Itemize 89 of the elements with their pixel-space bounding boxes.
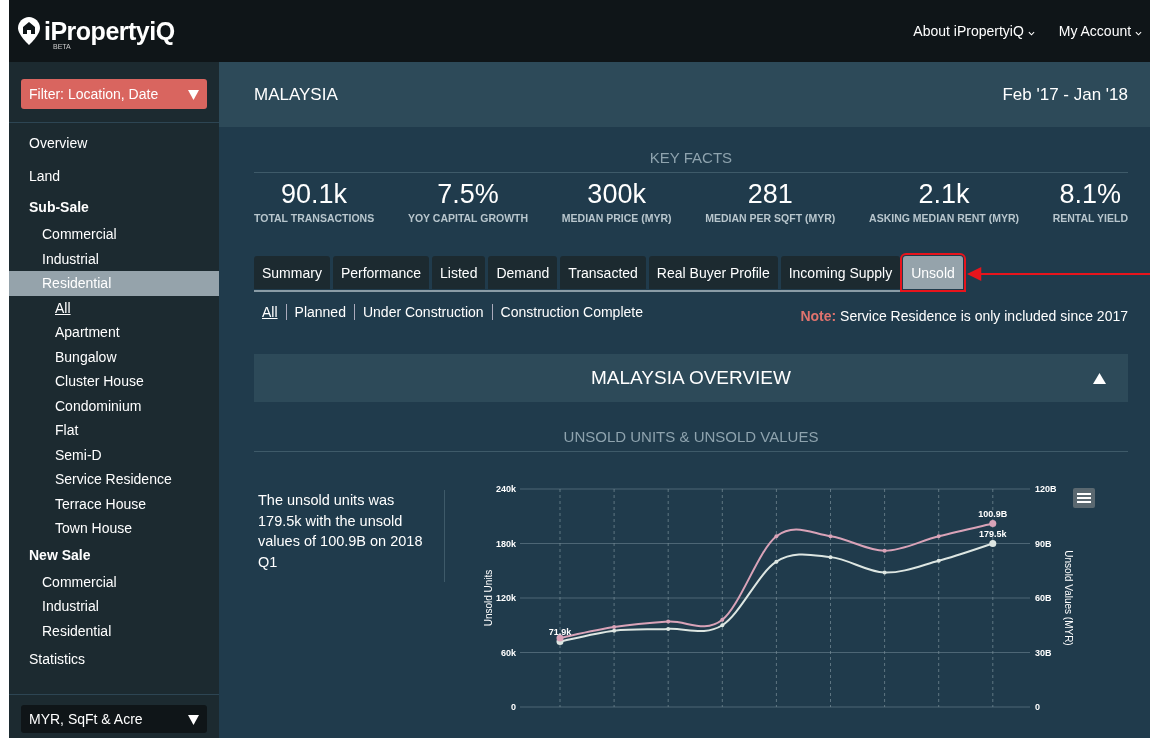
data-point: [989, 540, 997, 547]
sub-tab-link[interactable]: Construction Complete: [492, 304, 651, 320]
axis-tick-label: 240k: [495, 484, 516, 494]
fact-label: MEDIAN PRICE (MYR): [561, 212, 672, 224]
data-label: 100.9B: [978, 508, 1008, 519]
fact-value: 2.1k: [918, 179, 970, 210]
sub-tab-link[interactable]: Under Construction: [354, 304, 492, 320]
sidebar-item[interactable]: Residential: [9, 618, 219, 643]
sidebar-item[interactable]: Semi-D: [9, 442, 219, 467]
data-point: [774, 559, 779, 564]
sub-tab-link[interactable]: All: [254, 304, 286, 320]
sidebar-item[interactable]: Town House: [9, 516, 219, 541]
sidebar-item[interactable]: Industrial: [9, 594, 219, 619]
fact-label: TOTAL TRANSACTIONS: [254, 212, 375, 224]
fact-label: ASKING MEDIAN RENT (MYR): [869, 212, 1019, 224]
data-point: [936, 534, 941, 539]
fact-value: 7.5%: [437, 179, 499, 210]
fact-value: 90.1k: [281, 179, 348, 210]
sidebar-item[interactable]: Land: [9, 160, 219, 193]
axis-tick-label: 60k: [500, 647, 516, 658]
tab[interactable]: Incoming Supply: [780, 256, 901, 289]
sidebar-item[interactable]: Terrace House: [9, 491, 219, 516]
fact-label: MEDIAN PER SQFT (MYR): [705, 212, 836, 224]
data-point: [774, 534, 779, 539]
sidebar-item[interactable]: Condominium: [9, 393, 219, 418]
sidebar-item[interactable]: Overview: [9, 127, 219, 160]
tab[interactable]: Summary: [254, 256, 330, 289]
axis-tick-label: 120k: [495, 593, 516, 603]
chevron-down-icon: [1135, 31, 1142, 36]
tab[interactable]: Transacted: [560, 256, 646, 289]
data-point: [666, 626, 671, 631]
axis-title: Unsold Values (MYR): [1063, 550, 1074, 646]
data-label: 71.9k: [548, 626, 572, 637]
tab[interactable]: Performance: [332, 256, 430, 289]
caret-down-icon: [188, 713, 199, 725]
filter-dropdown[interactable]: Filter: Location, Date: [21, 79, 207, 109]
sidebar-item[interactable]: Cluster House: [9, 369, 219, 394]
data-point: [666, 619, 671, 624]
axis-tick-label: 0: [1035, 702, 1040, 712]
data-point: [989, 520, 997, 527]
chart-title: UNSOLD UNITS & UNSOLD VALUES: [254, 402, 1128, 452]
fact-value: 8.1%: [1059, 179, 1122, 210]
fact-label: RENTAL YIELD: [1052, 212, 1128, 224]
section-title: MALAYSIA OVERVIEW: [591, 367, 791, 389]
data-label: 179.5k: [979, 528, 1007, 539]
nav-menu-link[interactable]: About iPropertyiQ: [905, 23, 1043, 39]
data-point: [882, 548, 887, 553]
sidebar-item[interactable]: Flat: [9, 418, 219, 443]
tab[interactable]: Listed: [432, 256, 486, 289]
sidebar-heading: Sub-Sale: [28, 198, 90, 217]
menu-icon[interactable]: [1073, 488, 1095, 508]
date-range: Feb '17 - Jan '18: [1002, 84, 1128, 105]
note-text: Note: Service Residence is only included since 2017: [800, 308, 1128, 324]
home-pin-icon: [17, 16, 41, 46]
fact-value: 281: [747, 179, 793, 210]
location-title: MALAYSIA: [254, 84, 338, 105]
nav-menu-link[interactable]: My Account: [1050, 23, 1150, 39]
data-point: [828, 534, 833, 539]
axis-tick-label: 30B: [1035, 647, 1052, 658]
fact-value: 300k: [587, 179, 646, 210]
sidebar-item[interactable]: Commercial: [9, 222, 219, 247]
sub-tab-link[interactable]: Planned: [286, 304, 354, 320]
chevron-down-icon: [1027, 31, 1035, 36]
tab[interactable]: Demand: [488, 256, 558, 289]
sidebar-item[interactable]: Service Residence: [9, 467, 219, 492]
fact-label: YOY CAPITAL GROWTH: [407, 212, 529, 224]
axis-tick-label: 180k: [495, 538, 516, 549]
sidebar-item[interactable]: All: [9, 295, 219, 320]
units-dropdown[interactable]: MYR, SqFt & Acre: [21, 705, 207, 733]
tab[interactable]: Real Buyer Profile: [648, 256, 778, 289]
caret-up-icon: [1093, 372, 1106, 384]
sidebar-item[interactable]: Statistics: [9, 643, 219, 676]
sidebar-item[interactable]: Apartment: [9, 320, 219, 345]
data-point: [828, 555, 833, 560]
axis-title: Unsold Units: [483, 569, 494, 627]
sidebar-item[interactable]: Industrial: [9, 246, 219, 271]
section-title: KEY FACTS: [254, 127, 1128, 173]
axis-tick-label: 60B: [1035, 593, 1052, 603]
sidebar-heading: New Sale: [28, 545, 92, 565]
sidebar-item[interactable]: Commercial: [9, 569, 219, 594]
axis-tick-label: 90B: [1035, 538, 1052, 549]
data-point: [882, 570, 887, 575]
sidebar-item[interactable]: Bungalow: [9, 344, 219, 369]
caret-down-icon: [188, 88, 199, 100]
chart-summary: The unsold units was 179.5k with the unsold values of 100.9B on 2018 Q1: [258, 490, 445, 582]
axis-tick-label: 120B: [1035, 484, 1057, 494]
logo-text: iPropertyiQ: [44, 16, 175, 45]
axis-tick-label: 0: [511, 702, 516, 712]
data-point: [936, 558, 941, 563]
